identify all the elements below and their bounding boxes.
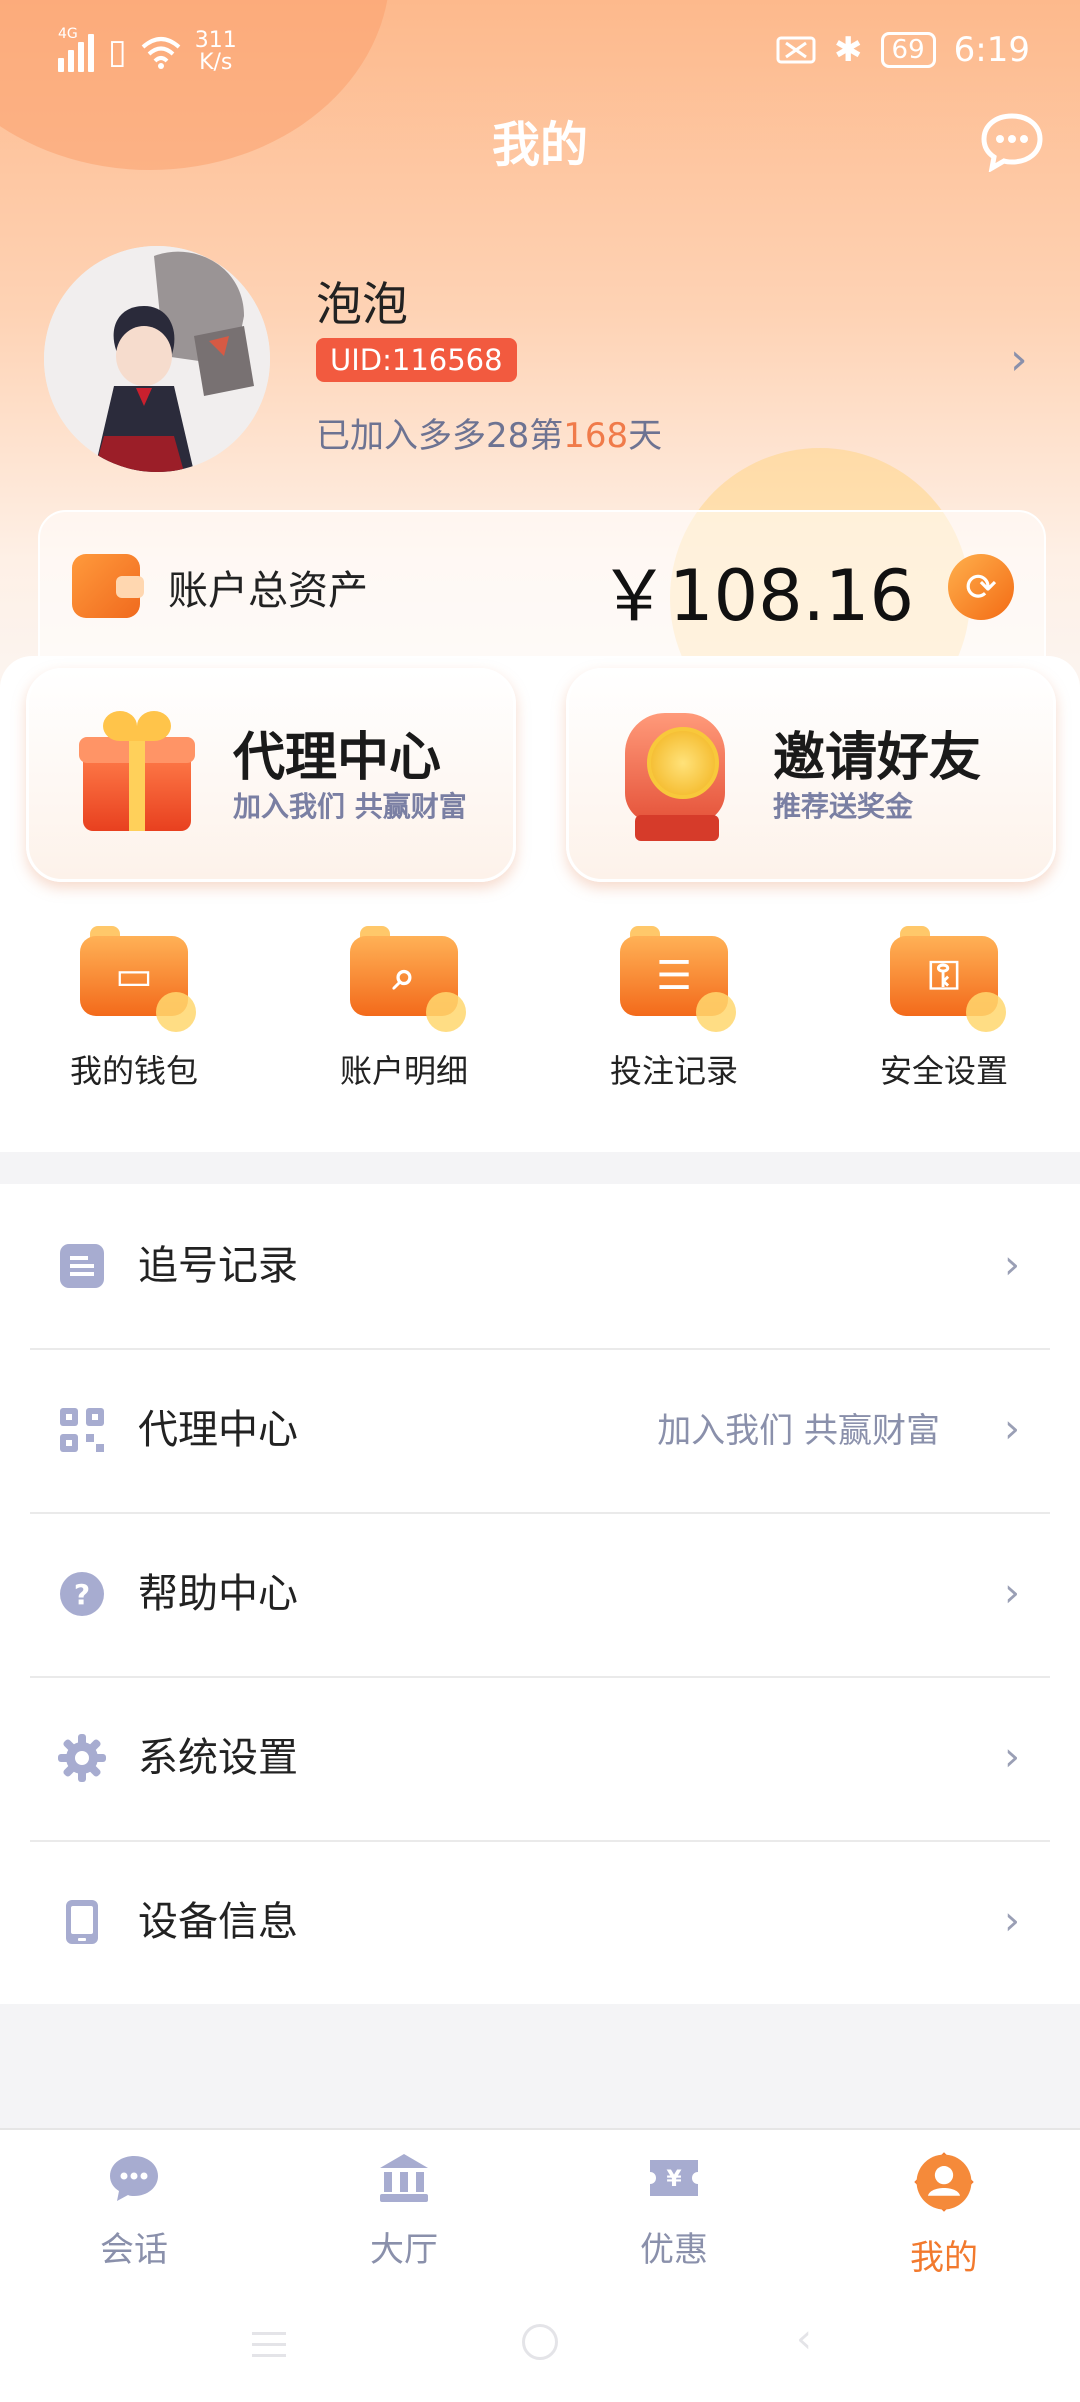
asset-value: ￥108.16: [599, 555, 914, 637]
wallet-icon: [72, 554, 144, 618]
menu-item-system-settings[interactable]: 系统设置 ›: [0, 1676, 1080, 1840]
tab-label: 会话: [100, 2230, 168, 2270]
avatar-image: [44, 246, 270, 472]
refresh-icon[interactable]: ⟳: [948, 554, 1014, 620]
speed-value: 311: [194, 28, 237, 53]
gear-icon: [58, 1734, 106, 1782]
back-icon[interactable]: ‹: [796, 2316, 812, 2362]
menu-item-label: 设备信息: [138, 1899, 298, 1945]
coupon-icon: ¥: [650, 2160, 698, 2196]
menu-list: 追号记录 › 代理中心 加入我们 共赢财富 › ? 帮助中心 › 系统设置 › …: [0, 1184, 1080, 2004]
quick-action-label: 投注记录: [609, 1052, 738, 1090]
status-left: 4G ▯ 311 K/s: [58, 26, 237, 74]
chevron-right-icon: ›: [1004, 1406, 1020, 1452]
home-icon[interactable]: [522, 2324, 558, 2360]
quick-action-account-details[interactable]: ⌕ 账户明细: [304, 926, 504, 1092]
help-icon: ?: [60, 1572, 104, 1616]
document-icon: [60, 1244, 104, 1288]
uid-badge: UID:116568: [316, 338, 517, 382]
sim-icon: ▯: [108, 32, 127, 72]
tab-lobby[interactable]: 大厅: [314, 2150, 494, 2271]
menu-icon[interactable]: [252, 2332, 286, 2365]
menu-item-help-center[interactable]: ? 帮助中心 ›: [0, 1512, 1080, 1676]
status-bar: 4G ▯ 311 K/s ✱ 69 6:19: [0, 0, 1080, 110]
avatar[interactable]: [44, 246, 270, 472]
menu-item-agent-center[interactable]: 代理中心 加入我们 共赢财富 ›: [0, 1348, 1080, 1512]
quick-action-label: 我的钱包: [69, 1052, 198, 1090]
menu-item-label: 帮助中心: [138, 1571, 298, 1617]
quick-action-label: 安全设置: [879, 1052, 1008, 1090]
search-icon: ⌕: [350, 926, 466, 1032]
record-icon: ☰: [620, 926, 736, 1032]
hand-coin-icon: [619, 705, 739, 845]
agent-card-subtitle: 加入我们 共赢财富: [233, 790, 467, 823]
quick-action-wallet[interactable]: ▭ 我的钱包: [34, 926, 234, 1092]
menu-item-chase-records[interactable]: 追号记录 ›: [0, 1184, 1080, 1348]
tab-promotions[interactable]: ¥ 优惠: [584, 2150, 764, 2271]
tab-chat[interactable]: 会话: [44, 2150, 224, 2271]
clock: 6:19: [953, 30, 1030, 70]
joined-days: 168: [563, 416, 629, 456]
quick-action-security[interactable]: ⚿ 安全设置: [844, 926, 1044, 1092]
profile-chevron-right-icon[interactable]: ›: [1010, 338, 1028, 382]
status-right: ✱ 69 6:19: [776, 30, 1030, 70]
message-button[interactable]: [980, 112, 1044, 173]
invite-card-subtitle: 推荐送奖金: [773, 790, 914, 823]
tab-label: 大厅: [370, 2230, 438, 2270]
joined-prefix: 已加入多多28第: [316, 416, 564, 456]
bank-icon: [380, 2154, 428, 2202]
agent-card-title: 代理中心: [233, 728, 442, 788]
tab-mine[interactable]: 我的: [854, 2150, 1034, 2279]
page-title: 我的: [491, 117, 588, 173]
wallet-icon: ▭: [80, 926, 196, 1032]
agent-center-card[interactable]: 代理中心 加入我们 共赢财富: [26, 668, 516, 882]
gift-icon: [79, 711, 195, 831]
joined-info: 已加入多多28第168天: [316, 408, 662, 457]
speed-unit: K/s: [199, 50, 233, 75]
key-icon: ⚿: [890, 926, 1006, 1032]
qrcode-icon: [60, 1408, 104, 1452]
network-label: 4G: [58, 26, 78, 42]
wifi-icon: [141, 37, 181, 69]
joined-suffix: 天: [628, 416, 663, 456]
tab-label: 优惠: [640, 2230, 708, 2270]
chevron-right-icon: ›: [1004, 1570, 1020, 1616]
quick-action-label: 账户明细: [339, 1052, 468, 1090]
menu-item-label: 追号记录: [138, 1243, 298, 1289]
user-icon: [914, 2152, 974, 2212]
phone-icon: [66, 1900, 98, 1944]
chat-bubble-icon: [981, 113, 1043, 173]
nickname: 泡泡: [316, 277, 408, 331]
menu-item-device-info[interactable]: 设备信息 ›: [0, 1840, 1080, 2004]
bluetooth-icon: ✱: [834, 30, 863, 70]
svg-text:?: ?: [74, 1578, 90, 1611]
invite-card-title: 邀请好友: [773, 728, 982, 788]
chat-icon: [110, 2156, 158, 2201]
menu-item-extra: 加入我们 共赢财富: [657, 1411, 940, 1451]
asset-label: 账户总资产: [168, 568, 368, 614]
menu-item-label: 代理中心: [138, 1407, 298, 1453]
invite-friends-card[interactable]: 邀请好友 推荐送奖金: [566, 668, 1056, 882]
system-navigation-bar: ‹: [0, 2310, 1080, 2380]
cellular-signal-icon: 4G: [58, 26, 94, 72]
vibrate-icon: [776, 36, 816, 64]
chevron-right-icon: ›: [1004, 1898, 1020, 1944]
chevron-right-icon: ›: [1004, 1734, 1020, 1780]
menu-item-label: 系统设置: [138, 1735, 298, 1781]
svg-text:¥: ¥: [666, 2167, 682, 2192]
quick-action-bet-records[interactable]: ☰ 投注记录: [574, 926, 774, 1092]
chevron-right-icon: ›: [1004, 1242, 1020, 1288]
tab-label: 我的: [910, 2238, 978, 2278]
battery-indicator: 69: [880, 32, 936, 68]
network-speed: 311 K/s: [195, 30, 237, 74]
